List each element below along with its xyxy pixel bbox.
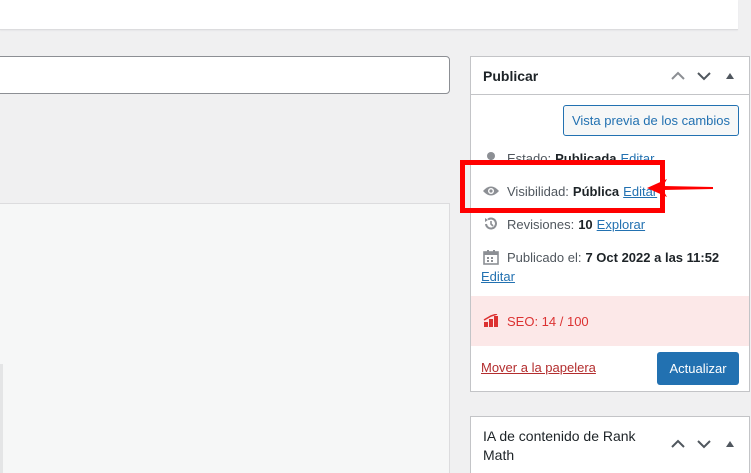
history-icon: [481, 215, 501, 233]
annotation-arrow-icon: [647, 179, 713, 197]
ai-toggle-panel-button[interactable]: [717, 431, 743, 457]
rank-math-icon: [483, 314, 501, 328]
editor-area[interactable]: [0, 203, 450, 473]
annotation-highlight-box: [460, 160, 665, 213]
post-title-input[interactable]: [0, 56, 450, 94]
top-toolbar: [0, 0, 738, 30]
preview-changes-button[interactable]: Vista previa de los cambios: [563, 105, 739, 136]
publish-box: Publicar Vista previa de los cambios Est…: [470, 56, 750, 392]
seo-score: SEO: 14 / 100: [507, 313, 589, 329]
publish-box-controls: [665, 57, 743, 95]
published-edit-link[interactable]: Editar: [481, 269, 515, 284]
chevron-down-icon: [697, 440, 711, 449]
chevron-up-icon: [671, 71, 685, 80]
published-row: Publicado el: 7 Oct 2022 a las 11:52: [481, 248, 723, 266]
chevron-down-icon: [697, 72, 711, 81]
editor-edge: [0, 364, 3, 473]
publish-box-header: Publicar: [471, 57, 749, 95]
rank-math-ai-box: IA de contenido de Rank Math: [470, 416, 750, 473]
publish-box-title: Publicar: [483, 67, 539, 84]
calendar-icon: [481, 248, 501, 266]
ai-box-controls: [665, 429, 743, 459]
rank-math-ai-title: IA de contenido de Rank Math: [483, 428, 636, 463]
toggle-panel-button[interactable]: [717, 63, 743, 89]
published-date: 7 Oct 2022 a las 11:52: [585, 249, 720, 265]
triangle-up-icon: [726, 441, 734, 447]
revisions-row: Revisiones: 10 Explorar: [481, 215, 645, 233]
chevron-up-icon: [671, 439, 685, 448]
triangle-up-icon: [726, 73, 734, 79]
published-label: Publicado el:: [507, 249, 582, 265]
revisions-browse-link[interactable]: Explorar: [597, 217, 645, 232]
ai-move-down-button[interactable]: [691, 431, 717, 457]
update-button[interactable]: Actualizar: [657, 352, 739, 385]
move-down-button[interactable]: [691, 63, 717, 89]
move-up-button[interactable]: [665, 63, 691, 89]
move-to-trash-link[interactable]: Mover a la papelera: [481, 360, 596, 375]
revisions-count: 10: [578, 216, 593, 232]
revisions-label: Revisiones:: [507, 216, 575, 232]
seo-score-band[interactable]: SEO: 14 / 100: [471, 296, 749, 346]
ai-move-up-button[interactable]: [665, 431, 691, 457]
